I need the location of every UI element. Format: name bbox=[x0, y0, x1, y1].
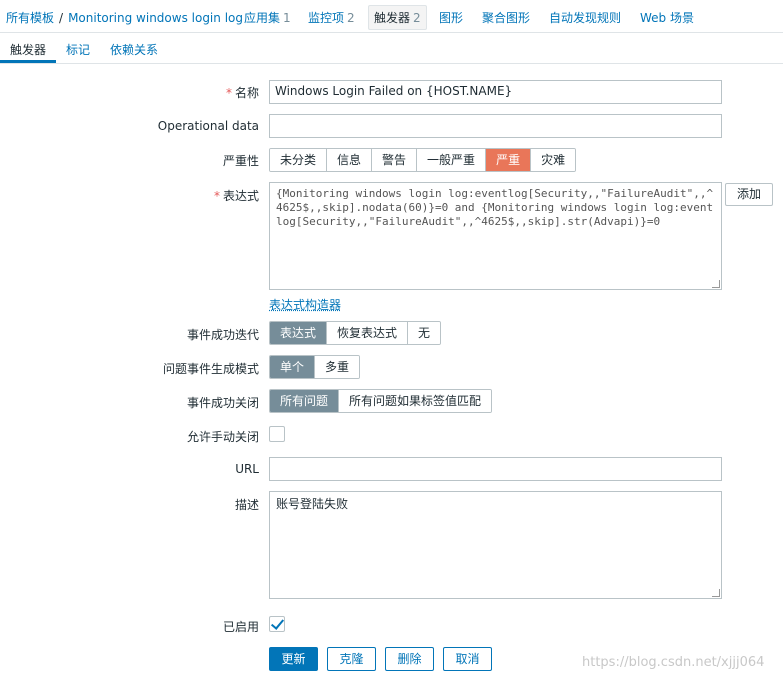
url-input[interactable] bbox=[269, 457, 722, 481]
expression-textarea[interactable]: {Monitoring windows login log:eventlog[S… bbox=[269, 182, 722, 290]
active-tab-indicator bbox=[0, 60, 56, 63]
url-label: URL bbox=[235, 462, 259, 476]
severity-warning[interactable]: 警告 bbox=[372, 149, 418, 171]
expression-label: * 表达式 bbox=[213, 189, 259, 203]
cancel-button[interactable]: 取消 bbox=[443, 647, 492, 671]
resize-handle-icon[interactable] bbox=[712, 589, 720, 597]
severity-information[interactable]: 信息 bbox=[327, 149, 373, 171]
expression-builder-link[interactable]: 表达式构造器 bbox=[269, 296, 341, 313]
ok-event-none[interactable]: 无 bbox=[408, 322, 441, 344]
ok-event-closes-selector: 所有问题 所有问题如果标签值匹配 bbox=[269, 389, 493, 413]
required-marker: * bbox=[225, 86, 232, 100]
description-text: 账号登陆失败 bbox=[276, 497, 349, 511]
nav-screens[interactable]: 聚合图形 bbox=[482, 9, 530, 26]
form-tabs: 触发器 标记 依赖关系 bbox=[0, 33, 783, 64]
ok-event-expression[interactable]: 表达式 bbox=[270, 322, 328, 344]
required-marker: * bbox=[213, 189, 220, 203]
ok-event-closes-label: 事件成功关闭 bbox=[186, 396, 259, 410]
delete-button[interactable]: 删除 bbox=[385, 647, 434, 671]
nav-applications[interactable]: 应用集 1 bbox=[244, 9, 291, 26]
nav-discovery-rules[interactable]: 自动发现规则 bbox=[549, 9, 621, 26]
tab-dependencies[interactable]: 依赖关系 bbox=[110, 41, 158, 58]
operational-data-input[interactable] bbox=[269, 114, 722, 138]
problem-mode-single[interactable]: 单个 bbox=[270, 356, 316, 378]
tab-trigger[interactable]: 触发器 bbox=[10, 41, 46, 58]
enabled-checkbox[interactable] bbox=[269, 616, 285, 632]
manual-close-checkbox[interactable] bbox=[269, 426, 285, 442]
severity-high[interactable]: 严重 bbox=[486, 149, 532, 171]
top-navigation: 所有模板 / Monitoring windows login log 应用集 1 监… bbox=[0, 0, 783, 33]
breadcrumb-template-name[interactable]: Monitoring windows login log bbox=[68, 11, 243, 25]
problem-mode-multiple[interactable]: 多重 bbox=[315, 356, 360, 378]
ok-event-generation-selector: 表达式 恢复表达式 无 bbox=[269, 321, 442, 345]
nav-triggers[interactable]: 触发器 2 bbox=[368, 5, 427, 30]
severity-average[interactable]: 一般严重 bbox=[417, 149, 487, 171]
severity-label: 严重性 bbox=[222, 154, 259, 168]
description-label: 描述 bbox=[234, 498, 259, 512]
name-input[interactable]: Windows Login Failed on {HOST.NAME} bbox=[269, 80, 722, 104]
operational-data-label: Operational data bbox=[157, 119, 259, 133]
nav-web-scenarios[interactable]: Web 场景 bbox=[640, 9, 694, 26]
breadcrumb-separator: / bbox=[59, 11, 64, 25]
name-label: * 名称 bbox=[225, 86, 259, 100]
ok-event-generation-label: 事件成功迭代 bbox=[186, 328, 259, 342]
nav-graphs[interactable]: 图形 bbox=[439, 9, 463, 26]
watermark: https://blog.csdn.net/xjjj064 bbox=[582, 655, 765, 670]
problem-mode-selector: 单个 多重 bbox=[269, 355, 361, 379]
add-expression-button[interactable]: 添加 bbox=[725, 183, 773, 206]
tab-tags[interactable]: 标记 bbox=[66, 41, 90, 58]
expression-text: {Monitoring windows login log:eventlog[S… bbox=[276, 187, 714, 228]
description-textarea[interactable]: 账号登陆失败 bbox=[269, 491, 722, 599]
breadcrumb-all-templates[interactable]: 所有模板 bbox=[6, 11, 54, 25]
ok-closes-tag-match[interactable]: 所有问题如果标签值匹配 bbox=[339, 390, 492, 412]
severity-disaster[interactable]: 灾难 bbox=[531, 149, 576, 171]
ok-event-recovery-expression[interactable]: 恢复表达式 bbox=[327, 322, 409, 344]
enabled-label: 已启用 bbox=[222, 620, 259, 634]
problem-mode-label: 问题事件生成模式 bbox=[162, 362, 259, 376]
breadcrumb: 所有模板 / Monitoring windows login log bbox=[6, 9, 243, 26]
update-button[interactable]: 更新 bbox=[269, 647, 318, 671]
ok-closes-all-problems[interactable]: 所有问题 bbox=[270, 390, 340, 412]
severity-not-classified[interactable]: 未分类 bbox=[270, 149, 328, 171]
manual-close-label: 允许手动关闭 bbox=[186, 430, 259, 444]
clone-button[interactable]: 克隆 bbox=[327, 647, 376, 671]
resize-handle-icon[interactable] bbox=[712, 280, 720, 288]
nav-items[interactable]: 监控项 2 bbox=[308, 9, 355, 26]
severity-selector: 未分类 信息 警告 一般严重 严重 灾难 bbox=[269, 148, 577, 172]
